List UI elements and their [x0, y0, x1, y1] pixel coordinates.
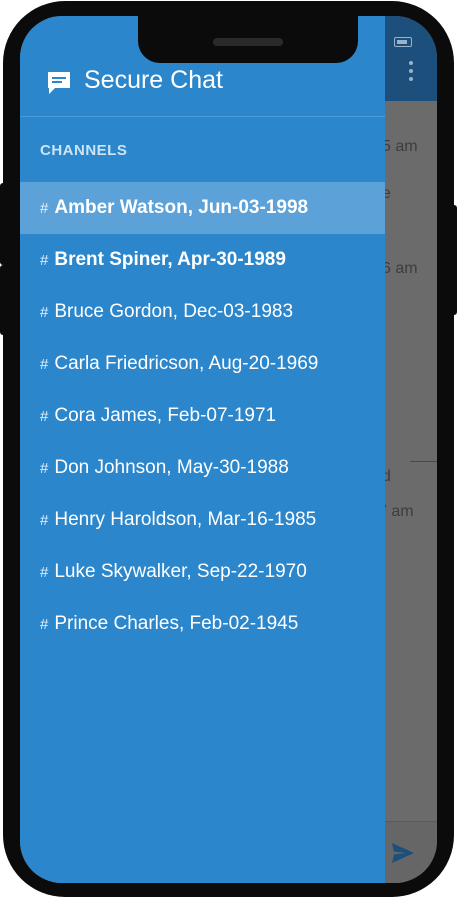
- hash-icon: #: [40, 303, 49, 321]
- channel-name: Carla Friedricson, Aug-20-1969: [54, 353, 319, 374]
- channel-name: Amber Watson, Jun-03-1998: [54, 197, 309, 218]
- phone-speaker: [213, 38, 283, 46]
- hash-icon: #: [40, 407, 49, 425]
- app-title: Secure Chat: [84, 66, 223, 94]
- hash-icon: #: [40, 251, 49, 269]
- hash-icon: #: [40, 459, 49, 477]
- more-vertical-icon[interactable]: [409, 61, 415, 85]
- channel-item[interactable]: # Don Johnson, May-30-1988: [20, 442, 385, 494]
- channel-item[interactable]: # Henry Haroldson, Mar-16-1985: [20, 494, 385, 546]
- chat-bubble-icon: [48, 72, 70, 94]
- hash-icon: #: [40, 615, 49, 633]
- channel-item[interactable]: # Amber Watson, Jun-03-1998: [20, 182, 385, 234]
- channel-list: # Amber Watson, Jun-03-1998 # Brent Spin…: [20, 182, 385, 650]
- channel-item[interactable]: # Bruce Gordon, Dec-03-1983: [20, 286, 385, 338]
- message-timestamp: 5 am: [382, 138, 418, 155]
- channel-item[interactable]: # Cora James, Feb-07-1971: [20, 390, 385, 442]
- channel-name: Luke Skywalker, Sep-22-1970: [54, 561, 307, 582]
- channel-name: Bruce Gordon, Dec-03-1983: [54, 301, 294, 322]
- hash-icon: #: [40, 199, 49, 217]
- day-divider-line: [410, 461, 437, 462]
- channel-name: Prince Charles, Feb-02-1945: [54, 613, 299, 634]
- send-icon[interactable]: [391, 842, 415, 864]
- channel-name: Cora James, Feb-07-1971: [54, 405, 277, 426]
- channel-name: Brent Spiner, Apr-30-1989: [54, 249, 286, 270]
- message-timestamp: 6 am: [382, 260, 418, 277]
- channel-item[interactable]: # Brent Spiner, Apr-30-1989: [20, 234, 385, 286]
- channel-item[interactable]: # Luke Skywalker, Sep-22-1970: [20, 546, 385, 598]
- phone-frame: 5 am e 6 am d 7 am Secure Chat CHANNELS: [0, 0, 457, 900]
- navigation-drawer: Secure Chat CHANNELS # Amber Watson, Jun…: [20, 16, 385, 883]
- channel-item[interactable]: # Prince Charles, Feb-02-1945: [20, 598, 385, 650]
- channel-name: Henry Haroldson, Mar-16-1985: [54, 509, 317, 530]
- screen: 5 am e 6 am d 7 am Secure Chat CHANNELS: [20, 16, 437, 883]
- hash-icon: #: [40, 511, 49, 529]
- hash-icon: #: [40, 355, 49, 373]
- channel-name: Don Johnson, May-30-1988: [54, 457, 289, 478]
- battery-icon: [394, 37, 412, 47]
- channels-heading: CHANNELS: [40, 142, 128, 159]
- hash-icon: #: [40, 563, 49, 581]
- channel-item[interactable]: # Carla Friedricson, Aug-20-1969: [20, 338, 385, 390]
